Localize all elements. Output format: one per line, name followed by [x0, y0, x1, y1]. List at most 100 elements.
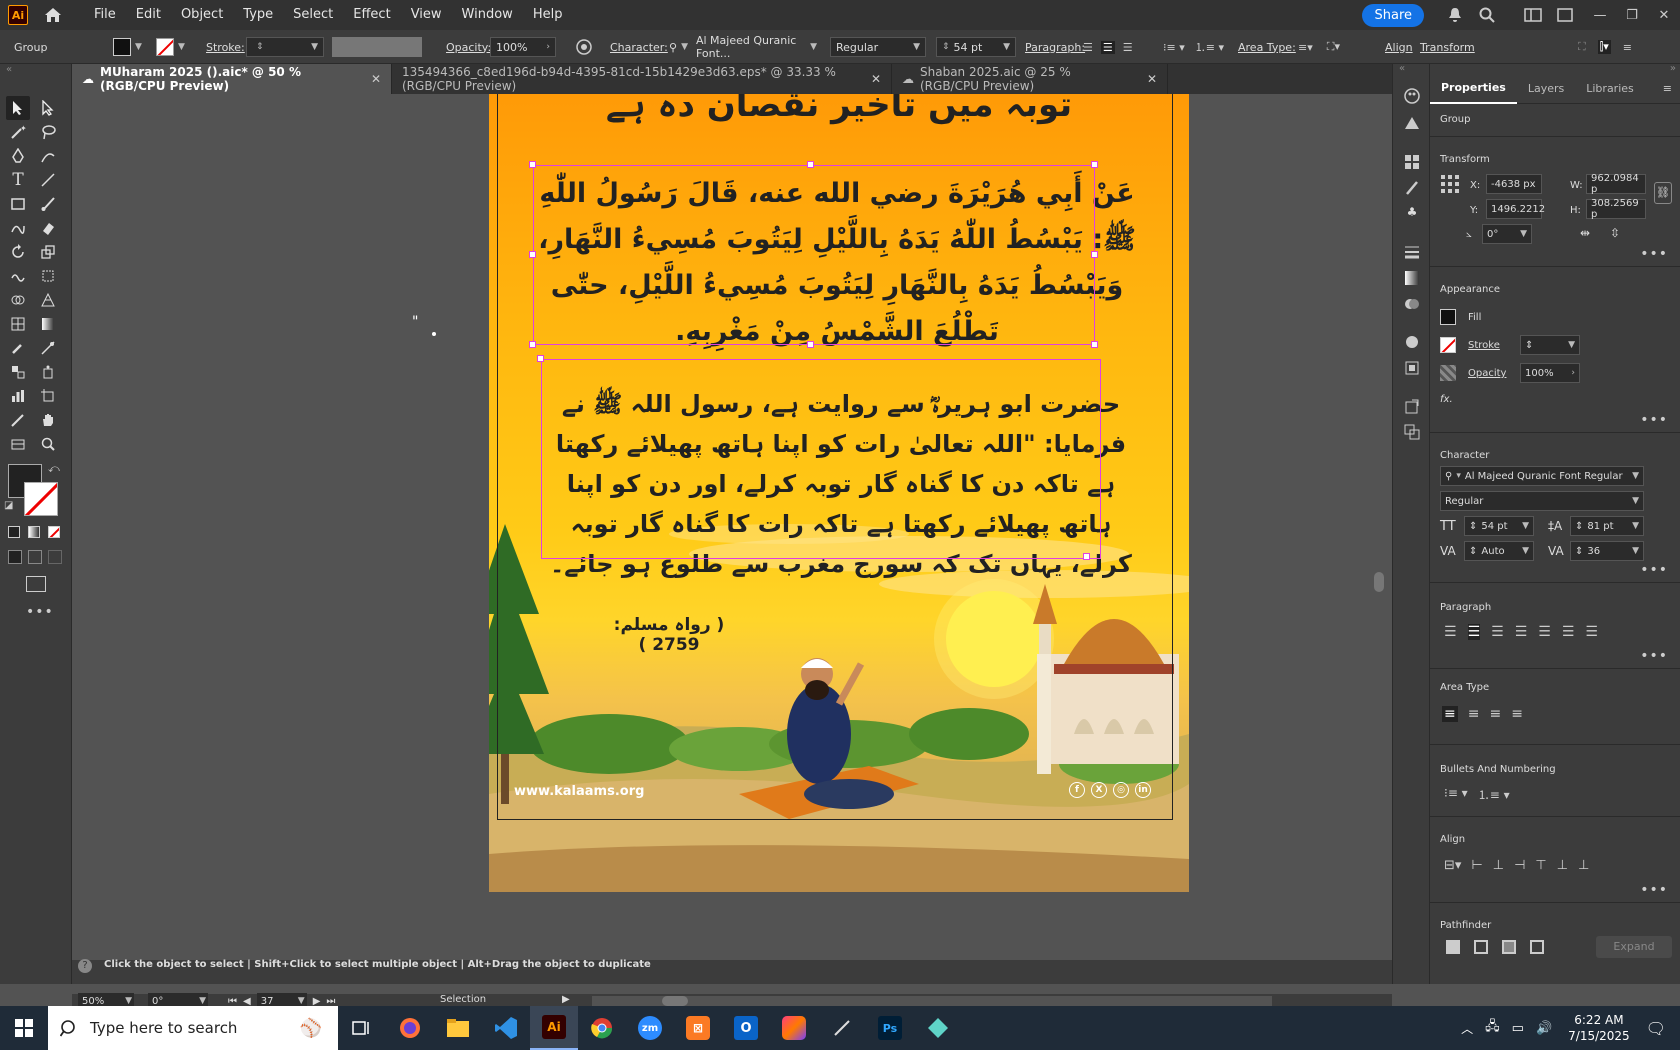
app-icon[interactable] [914, 1006, 962, 1050]
mesh-tool-icon[interactable] [6, 312, 30, 336]
first-artboard-icon[interactable]: ⏮ [228, 996, 237, 1007]
kerning-input[interactable]: ⇕ Auto ▼ [1464, 541, 1534, 561]
clock[interactable]: 6:22 AM 7/15/2025 [1568, 1012, 1630, 1044]
minimize-icon[interactable]: — [1584, 8, 1616, 23]
numbering-icon[interactable]: ⒈≡ ▾ [1478, 786, 1510, 803]
prev-artboard-icon[interactable]: ◀ [243, 996, 251, 1007]
fill-swatch[interactable]: ▼ [113, 30, 142, 64]
tab-muharam[interactable]: ☁ MUharam 2025 ().aic* @ 50 % (RGB/CPU Pr… [72, 64, 392, 94]
justify-center-icon[interactable]: ☰ [1538, 624, 1551, 640]
more-options-icon[interactable]: ••• [1640, 882, 1668, 898]
website-url[interactable]: www.kalaams.org [514, 784, 644, 799]
default-colors-icon[interactable]: ◪ [4, 500, 13, 511]
appearance-icon[interactable] [1402, 332, 1422, 352]
windows-start-icon[interactable] [0, 1006, 48, 1050]
y-position-input[interactable]: 1496.2212 [1486, 199, 1545, 219]
rotate-tool-icon[interactable] [6, 240, 30, 264]
taskbar-search-input[interactable]: Type here to search ⚾ [48, 1006, 338, 1050]
tab-shaban[interactable]: ☁ Shaban 2025.aic @ 25 % (RGB/CPU Preview… [892, 64, 1168, 94]
font-size-input[interactable]: ⇕ 54 pt ▼ [936, 37, 1016, 57]
align-center-icon[interactable]: ☰ [1100, 40, 1115, 54]
bell-icon[interactable] [1442, 5, 1468, 25]
close-icon[interactable]: ✕ [1147, 72, 1157, 86]
selection-handle[interactable] [537, 355, 544, 362]
curvature-tool-icon[interactable] [36, 144, 60, 168]
height-input[interactable]: 308.2569 p [1586, 198, 1646, 220]
rectangle-tool-icon[interactable] [6, 192, 30, 216]
vertical-align-bottom-icon[interactable]: ⊥ [1578, 858, 1589, 873]
stroke-swatch[interactable] [1440, 337, 1456, 353]
pen-app-icon[interactable] [818, 1006, 866, 1050]
swap-icon[interactable]: ⤺ [48, 462, 60, 476]
tab-properties[interactable]: Properties [1430, 74, 1517, 104]
area-type-align-icon[interactable]: ≡▾ [1298, 41, 1313, 54]
width-input[interactable]: 962.0984 p [1586, 173, 1646, 195]
more-options-icon[interactable]: ••• [1640, 246, 1668, 262]
menu-view[interactable]: View [401, 0, 452, 30]
vertical-scrollbar[interactable] [1372, 94, 1386, 960]
scale-tool-icon[interactable] [36, 240, 60, 264]
artboard-tool-icon[interactable] [36, 384, 60, 408]
next-artboard-icon[interactable]: ▶ [313, 996, 321, 1007]
photoshop-icon[interactable]: Ps [866, 1006, 914, 1050]
selection-handle[interactable] [529, 251, 536, 258]
color-mode-icon[interactable] [8, 526, 20, 538]
column-graph-tool-icon[interactable] [6, 384, 30, 408]
selection-handle[interactable] [1091, 161, 1098, 168]
volume-icon[interactable]: 🔊 [1536, 1021, 1552, 1036]
share-button[interactable]: Share [1362, 3, 1424, 27]
chevron-up-icon[interactable]: ︿ [1461, 1020, 1473, 1037]
measure-tool-icon[interactable] [36, 336, 60, 360]
justify-right-icon[interactable]: ☰ [1562, 624, 1575, 640]
text-options-icon[interactable]: ⛶▾ [1327, 40, 1340, 54]
selection-tool-icon[interactable] [6, 96, 30, 120]
network-icon[interactable]: 🖧 [1485, 1017, 1500, 1039]
stroke-weight-input[interactable]: ⇕ ▼ [246, 37, 324, 57]
vscode-icon[interactable] [482, 1006, 530, 1050]
last-artboard-icon[interactable]: ⏭ [326, 996, 335, 1007]
graphic-styles-icon[interactable] [1402, 358, 1422, 378]
vertical-align-center-icon[interactable]: ⊥ [1557, 858, 1568, 873]
color-guide-icon[interactable] [1402, 86, 1422, 106]
recolor-icon[interactable] [575, 30, 593, 64]
reference-point-icon[interactable] [1440, 174, 1460, 194]
eraser-tool-icon[interactable] [36, 216, 60, 240]
pen-tool-icon[interactable] [6, 144, 30, 168]
stray-point[interactable] [432, 332, 436, 336]
eyedropper-tool-icon[interactable] [6, 336, 30, 360]
brushes-icon[interactable] [1402, 178, 1422, 198]
blend-tool-icon[interactable] [6, 360, 30, 384]
collapse-icon[interactable]: « [6, 64, 12, 75]
more-options-icon[interactable]: ••• [1640, 648, 1668, 664]
draw-behind-icon[interactable] [28, 550, 42, 564]
arabic-hadith-text[interactable]: عَنْ أَبِي هُرَيْرَةَ رضي الله عنه، قَال… [537, 171, 1137, 355]
gradient-mode-icon[interactable] [28, 526, 40, 538]
zoom-app-icon[interactable]: zm [626, 1006, 674, 1050]
poster-heading[interactable]: توبہ میں تاخیر نقصان دہ ہے [489, 94, 1189, 125]
numbering-icon[interactable]: ⒈≡ ▾ [1195, 39, 1224, 55]
paragraph-label[interactable]: Paragraph: [1025, 41, 1085, 54]
lasso-tool-icon[interactable] [36, 120, 60, 144]
opacity-input[interactable]: 100% › [490, 37, 556, 57]
align-to-icon[interactable]: ⊟▾ [1444, 858, 1461, 873]
tracking-input[interactable]: ⇕ 36 ▼ [1570, 541, 1644, 561]
horizontal-align-center-icon[interactable]: ⊥ [1493, 858, 1504, 873]
outlook-icon[interactable]: O [722, 1006, 770, 1050]
menu-edit[interactable]: Edit [126, 0, 171, 30]
zoom-tool-icon[interactable] [36, 432, 60, 456]
selection-handle[interactable] [529, 161, 536, 168]
tab-eps[interactable]: 135494366_c8ed196d-b94d-4395-81cd-15b142… [392, 64, 892, 94]
screen-mode-icon[interactable] [26, 576, 46, 592]
align-center-icon[interactable]: ☰ [1467, 624, 1481, 640]
menu-object[interactable]: Object [171, 0, 233, 30]
exclude-icon[interactable] [1530, 940, 1544, 954]
justify-left-icon[interactable]: ☰ [1515, 624, 1528, 640]
stroke-swatch[interactable]: ▼ [156, 30, 185, 64]
selection-handle[interactable] [807, 341, 814, 348]
file-explorer-icon[interactable] [434, 1006, 482, 1050]
hand-tool-icon[interactable] [36, 408, 60, 432]
battery-icon[interactable]: ▭ [1512, 1021, 1524, 1036]
scroll-thumb[interactable] [662, 996, 688, 1006]
align-left-icon[interactable]: ☰ [1444, 624, 1457, 640]
close-icon[interactable]: ✕ [371, 72, 381, 86]
